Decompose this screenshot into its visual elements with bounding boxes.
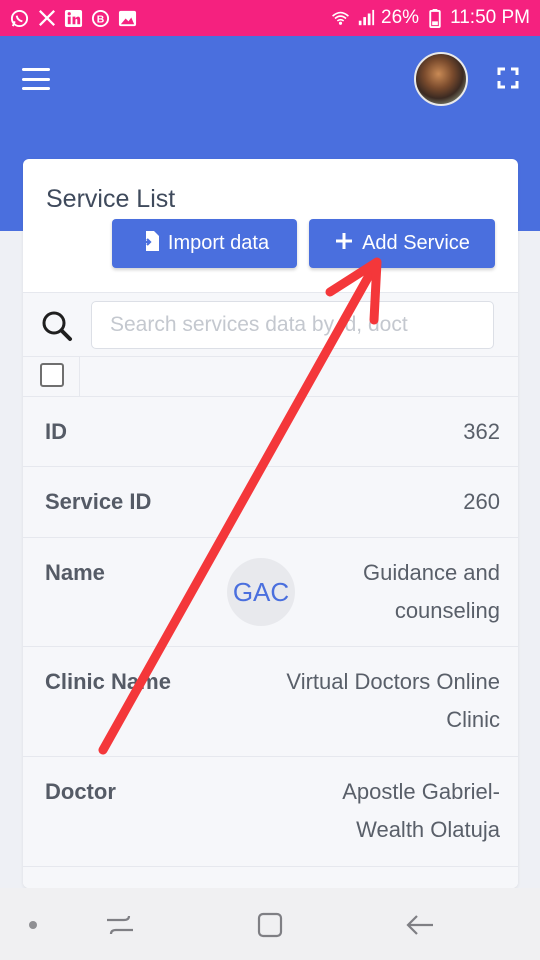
row-label: Name <box>45 560 105 585</box>
linkedin-icon <box>64 9 83 28</box>
row-value-line: Wealth Olatuja <box>356 817 500 842</box>
row-value: Virtual Doctors Online Clinic <box>286 663 500 739</box>
battery-percent: 26% <box>381 7 420 28</box>
back-icon[interactable] <box>403 908 437 942</box>
clock: 11:50 PM <box>450 7 530 28</box>
row-label: ID <box>45 419 67 444</box>
row-value-line: counseling <box>394 598 500 623</box>
select-all-row <box>23 356 518 397</box>
wifi-icon <box>331 9 350 28</box>
row-label: Doctor <box>45 779 116 804</box>
row-value: Guidance and counseling <box>363 554 500 630</box>
navigation-bar <box>0 888 540 960</box>
row-value: 362 <box>463 419 500 444</box>
row-label: Service ID <box>45 489 152 514</box>
x-icon <box>37 9 56 28</box>
whatsapp-icon <box>10 9 29 28</box>
service-initials-badge: GAC <box>227 558 295 626</box>
recents-icon[interactable] <box>103 908 137 942</box>
fullscreen-icon[interactable] <box>497 67 519 89</box>
avatar[interactable] <box>414 52 468 106</box>
add-service-label: Add Service <box>362 232 470 254</box>
row-label: Clinic Name <box>45 669 171 694</box>
add-service-button[interactable]: Add Service <box>309 219 495 268</box>
search-input[interactable] <box>91 301 494 349</box>
row-value-line: Apostle Gabriel- <box>342 779 500 804</box>
row-value-line: Clinic <box>446 707 500 732</box>
select-all-checkbox[interactable] <box>40 363 64 387</box>
home-icon[interactable] <box>253 908 287 942</box>
image-icon <box>118 9 137 28</box>
table-row: Name GAC Guidance and counseling <box>23 537 518 646</box>
row-value: Apostle Gabriel- Wealth Olatuja <box>342 773 500 849</box>
hamburger-icon[interactable] <box>22 68 50 90</box>
table-row: Doctor Apostle Gabriel- Wealth Olatuja <box>23 756 518 866</box>
status-bar: B 26% 11:50 PM <box>0 0 540 36</box>
b-icon: B <box>91 9 110 28</box>
nav-dot-icon <box>29 921 37 929</box>
signal-icon <box>356 9 375 28</box>
checkbox-cell <box>23 357 80 397</box>
battery-icon <box>425 8 444 28</box>
row-value-line: Virtual Doctors Online <box>286 669 500 694</box>
file-import-icon <box>139 230 160 258</box>
table-row: Clinic Name Virtual Doctors Online Clini… <box>23 646 518 756</box>
table-row: ID 362 <box>23 396 518 466</box>
search-bar <box>23 292 518 356</box>
svg-text:B: B <box>97 14 105 25</box>
service-list-card: Service List Import data Add Service ID … <box>23 159 518 888</box>
search-icon[interactable] <box>41 310 73 342</box>
page-title: Service List <box>46 185 176 213</box>
import-data-button[interactable]: Import data <box>112 219 297 268</box>
table-row: Service ID 260 <box>23 466 518 537</box>
row-value: 260 <box>463 489 500 514</box>
import-data-label: Import data <box>167 232 270 254</box>
row-value-line: Guidance and <box>363 560 500 585</box>
table-row <box>23 866 518 888</box>
plus-icon <box>334 231 354 257</box>
